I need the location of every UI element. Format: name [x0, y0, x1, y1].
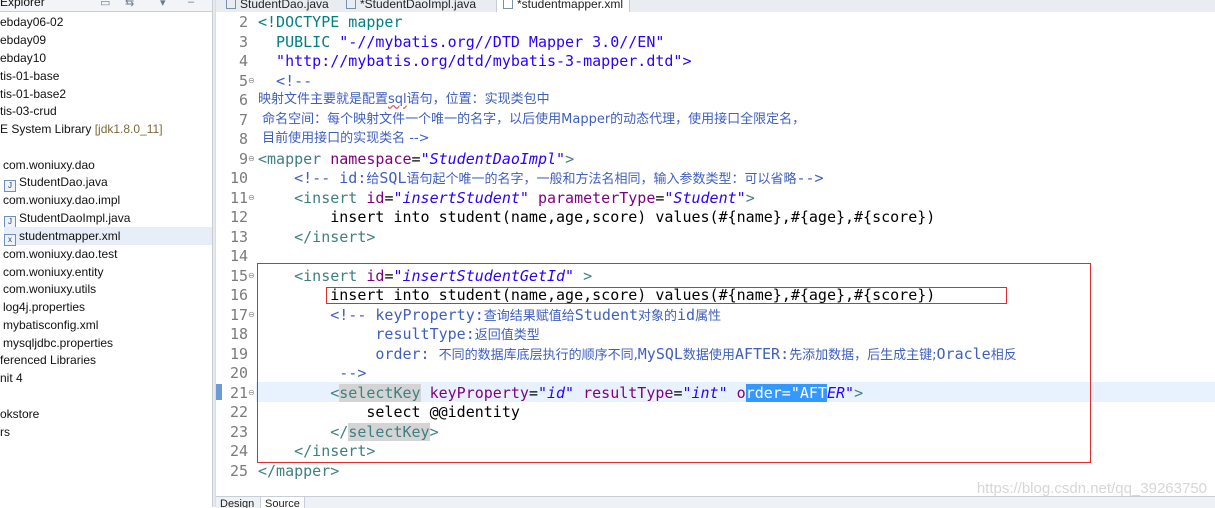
fold-toggle-icon[interactable]: ⊖ [248, 188, 256, 208]
line-number: 18 [229, 325, 248, 343]
tree-item-file[interactable]: J StudentDaoImpl.java [4, 209, 130, 228]
fold-toggle-icon[interactable]: ⊖ [248, 305, 256, 325]
tree-item-jre-library[interactable]: E System Library [jdk1.8.0_11] [0, 120, 163, 138]
annotation-box-inner [326, 287, 1007, 304]
explorer-header: Explorer ▭ ⇆ ▾ – [0, 0, 212, 12]
tree-item-file[interactable]: mysqljdbc.properties [3, 334, 113, 352]
fold-toggle-icon[interactable]: ⊖ [248, 71, 256, 91]
tree-item[interactable]: ferenced Libraries [0, 351, 96, 369]
tree-item[interactable]: tis-01-base2 [0, 85, 66, 103]
fold-toggle-icon[interactable]: ⊖ [248, 149, 256, 169]
tree-item[interactable]: ebday06-02 [0, 13, 63, 31]
xml-source-editor[interactable]: 2 3 4 5 ⊖ 6 7 8 9 ⊖ 10 11 ⊖ 12 13 14 15 … [216, 12, 1215, 496]
line-number: 4 [238, 52, 248, 70]
fold-toggle-icon[interactable]: ⊖ [248, 383, 256, 403]
tree-item-package[interactable]: com.woniuxy.dao.test [3, 245, 118, 263]
code-line: 映射文件主要就是配置sql语句，位置：实现类包中 [258, 92, 550, 107]
tree-item-file-selected[interactable]: x studentmapper.xml [4, 227, 212, 246]
line-number: 16 [229, 286, 248, 304]
line-number: 2 [238, 13, 248, 31]
line-number: 24 [229, 442, 248, 460]
line-number: 20 [229, 364, 248, 382]
editor-mode-tabs: Design Source [216, 496, 1215, 508]
tree-item[interactable]: tis-03-crud [0, 102, 57, 120]
tab-studentdaoimpl-java[interactable]: *StudentDaoImpl.java [340, 0, 482, 12]
line-number: 8 [238, 130, 248, 148]
line-number: 10 [229, 169, 248, 187]
line-number: 7 [238, 111, 248, 129]
tree-item-package[interactable]: com.woniuxy.dao [3, 156, 95, 174]
line-number: 11 [229, 189, 248, 207]
code-line: insert into student(name,age,score) valu… [258, 208, 936, 226]
code-line: <!DOCTYPE mapper [258, 13, 403, 31]
view-menu-icon[interactable]: ▾ [160, 0, 166, 9]
code-line: <!-- id:给SQL语句起个唯一的名字，一般和方法名相同，输入参数类型：可以… [258, 169, 824, 187]
java-file-icon [346, 0, 356, 9]
line-number: 5 [238, 72, 248, 90]
line-number: 12 [229, 208, 248, 226]
tree-item-file[interactable]: mybatisconfig.xml [3, 316, 98, 334]
line-number: 23 [229, 423, 248, 441]
line-number: 3 [238, 33, 248, 51]
java-file-icon [226, 0, 236, 9]
tab-studentmapper-xml[interactable]: *studentmapper.xml [496, 0, 631, 12]
line-number: 15 [229, 267, 248, 285]
xml-file-icon [503, 0, 513, 9]
package-explorer: Explorer ▭ ⇆ ▾ – ebday06-02 ebday09 ebda… [0, 0, 212, 507]
code-line: <mapper namespace="StudentDaoImpl"> [258, 150, 575, 168]
tree-item-package[interactable]: com.woniuxy.entity [3, 263, 103, 281]
tree-item[interactable]: ebday10 [0, 49, 46, 67]
tree-item[interactable]: rs [0, 423, 10, 441]
tab-studentdao-java[interactable]: StudentDao.java [220, 0, 335, 12]
line-number: 21 [229, 384, 248, 402]
line-number: 14 [229, 247, 248, 265]
tab-design[interactable]: Design [216, 497, 258, 508]
code-line: 命名空间：每个映射文件一个唯一的名字，以后使用Mapper的动态代理，使用接口全… [258, 112, 806, 127]
fold-toggle-icon[interactable]: ⊖ [248, 266, 256, 286]
tab-source[interactable]: Source [260, 497, 305, 508]
tree-item[interactable]: nit 4 [0, 369, 23, 387]
code-line: "http://mybatis.org/dtd/mybatis-3-mapper… [258, 52, 692, 70]
code-line: <!-- [258, 72, 313, 90]
tree-item[interactable]: okstore [0, 405, 39, 423]
code-line: 目前使用接口的实现类名 --> [258, 131, 430, 146]
collapse-all-icon[interactable]: ▭ [100, 0, 110, 9]
explorer-title: Explorer [0, 0, 45, 9]
minimize-icon[interactable]: – [188, 0, 194, 8]
code-line: </insert> [258, 228, 376, 246]
line-number: 25 [229, 462, 248, 480]
line-number: 19 [229, 345, 248, 363]
line-number: 22 [229, 403, 248, 421]
code-line: </mapper> [258, 462, 340, 480]
code-line: <insert id="insertStudent" parameterType… [258, 189, 755, 207]
line-number: 6 [238, 91, 248, 109]
tree-item[interactable]: tis-01-base [0, 67, 59, 85]
tree-item-package[interactable]: com.woniuxy.utils [3, 280, 96, 298]
line-number: 13 [229, 228, 248, 246]
tree-item-file[interactable]: log4j.properties [3, 298, 85, 316]
tree-item-file[interactable]: J StudentDao.java [4, 173, 108, 192]
line-number: 17 [229, 306, 248, 324]
tree-item-package[interactable]: com.woniuxy.dao.impl [3, 191, 120, 209]
link-editor-icon[interactable]: ⇆ [125, 0, 134, 9]
line-number: 9 [238, 150, 248, 168]
watermark: https://blog.csdn.net/qq_39263750 [976, 480, 1207, 497]
tree-item[interactable]: ebday09 [0, 31, 46, 49]
code-line: PUBLIC "-//mybatis.org//DTD Mapper 3.0//… [258, 33, 665, 51]
